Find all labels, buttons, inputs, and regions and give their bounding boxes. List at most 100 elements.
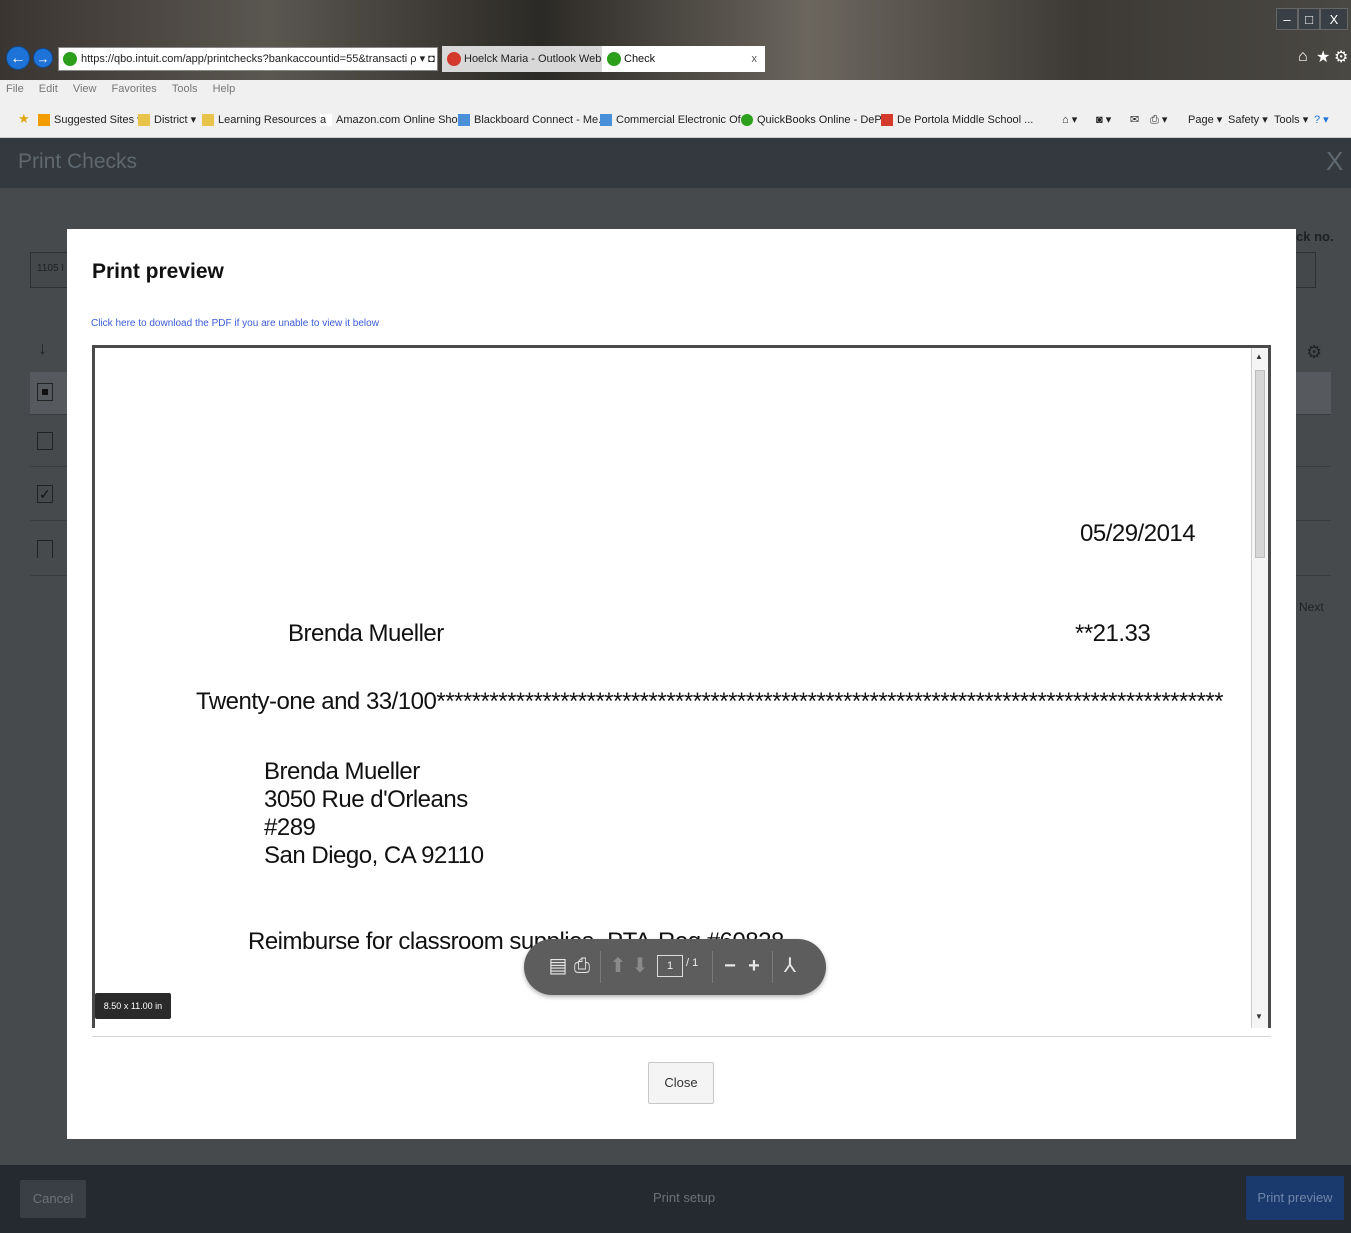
scroll-up-icon[interactable]: ▲ <box>1255 352 1263 361</box>
check-amount: **21.33 <box>1075 620 1151 647</box>
fav-label: Commercial Electronic Of... <box>616 114 750 126</box>
close-button[interactable]: Close <box>648 1062 714 1104</box>
toolbar-divider <box>712 951 713 983</box>
toolbar-divider <box>772 951 773 983</box>
cancel-button[interactable]: Cancel <box>20 1180 86 1218</box>
arrow-right-icon: → <box>36 51 50 66</box>
print-setup-link[interactable]: Print setup <box>653 1190 715 1205</box>
forward-button[interactable]: → <box>33 48 53 68</box>
row-checkbox[interactable] <box>37 432 53 450</box>
home-command-icon[interactable]: ⌂ ▾ <box>1062 112 1077 128</box>
check-no-label: ck no. <box>1296 229 1334 244</box>
quickbooks-icon <box>741 114 753 126</box>
check-date: 05/29/2014 <box>1080 520 1196 547</box>
tab-close-icon[interactable]: x <box>752 46 758 72</box>
flower-icon <box>881 114 893 126</box>
fav-label: De Portola Middle School ... <box>897 114 1034 126</box>
fav-learning-resources[interactable]: Learning Resources ▾ <box>202 112 325 128</box>
address-text: https://qbo.intuit.com/app/printchecks?b… <box>81 53 438 65</box>
feeds-icon[interactable]: ◙ ▾ <box>1096 112 1111 128</box>
print-icon[interactable]: ⎙ <box>572 955 592 977</box>
check-amount-words: Twenty-one and 33/100*******************… <box>196 688 1224 715</box>
browser-chrome: – □ X ⌂ ★ ⚙ ← → https://qbo.intuit.com/a… <box>0 0 1351 138</box>
previous-page-icon[interactable]: ⬆ <box>608 955 628 977</box>
tab-outlook[interactable]: Hoelck Maria - Outlook Web A... <box>442 46 602 72</box>
pdf-toolbar: ▤ ⎙ ⬆ ⬇ 1 / 1 − + ⅄ <box>524 939 826 995</box>
address-bar[interactable]: https://qbo.intuit.com/app/printchecks?b… <box>58 47 438 71</box>
page-count: / 1 <box>686 957 699 969</box>
row-checkbox-indeterminate[interactable] <box>37 383 53 401</box>
dialog-divider <box>92 1036 1271 1037</box>
close-icon[interactable]: X <box>1326 146 1343 177</box>
close-window-button[interactable]: X <box>1320 8 1348 30</box>
save-icon[interactable]: ▤ <box>548 955 568 977</box>
ie-page-icon <box>458 114 470 126</box>
next-page-icon[interactable]: ⬇ <box>630 955 650 977</box>
tab-check[interactable]: Check x <box>602 46 765 72</box>
menu-file[interactable]: File <box>0 80 30 98</box>
print-preview-button[interactable]: Print preview <box>1246 1176 1344 1220</box>
check-address-line-1: Brenda Mueller <box>264 758 420 785</box>
fav-district[interactable]: District ▾ <box>138 112 196 128</box>
row-checkbox-checked[interactable]: ✓ <box>37 485 53 503</box>
check-address-line-3: #289 <box>264 814 316 841</box>
acrobat-icon[interactable]: ⅄ <box>780 955 800 977</box>
quickbooks-icon <box>607 52 621 66</box>
scroll-down-icon[interactable]: ▼ <box>1255 1012 1263 1021</box>
print-preview-dialog: Print preview Click here to download the… <box>67 229 1296 1139</box>
fav-suggested-sites[interactable]: Suggested Sites ▾ <box>38 112 143 128</box>
check-address-line-2: 3050 Rue d'Orleans <box>264 786 468 813</box>
row-checkbox[interactable] <box>37 540 53 558</box>
pdf-scrollbar[interactable]: ▲ ▼ <box>1251 348 1268 1028</box>
next-link[interactable]: Next <box>1299 600 1324 614</box>
fav-de-portola[interactable]: De Portola Middle School ... <box>881 112 1033 128</box>
back-button[interactable]: ← <box>6 46 30 70</box>
tab-label: Hoelck Maria - Outlook Web A... <box>464 53 602 65</box>
bank-account-value: 1105 I <box>37 263 65 274</box>
menu-help[interactable]: Help <box>207 80 242 98</box>
app-header <box>0 138 1351 188</box>
print-command-icon[interactable]: ⎙ ▾ <box>1150 112 1167 128</box>
favorites-star-icon[interactable]: ★ <box>1316 47 1330 67</box>
starting-check-no-field[interactable] <box>1296 252 1316 288</box>
menu-favorites[interactable]: Favorites <box>106 80 163 98</box>
menu-view[interactable]: View <box>67 80 103 98</box>
sort-arrow-icon[interactable]: ↓ <box>38 338 47 359</box>
menu-edit[interactable]: Edit <box>33 80 64 98</box>
maximize-button[interactable]: □ <box>1298 8 1320 30</box>
favorites-star-icon[interactable]: ★ <box>18 111 30 127</box>
page-title: Print Checks <box>18 150 138 173</box>
check-payee: Brenda Mueller <box>288 620 444 647</box>
menu-tools[interactable]: Tools <box>166 80 204 98</box>
menu-bar: File Edit View Favorites Tools Help <box>0 80 1351 100</box>
home-icon[interactable]: ⌂ <box>1298 48 1308 66</box>
title-bar: – □ X ⌂ ★ ⚙ ← → https://qbo.intuit.com/a… <box>0 0 1351 72</box>
help-icon[interactable]: ? ▾ <box>1314 112 1329 128</box>
dialog-title: Print preview <box>92 260 224 283</box>
settings-gear-icon[interactable]: ⚙ <box>1334 47 1348 67</box>
page-number-input[interactable]: 1 <box>657 955 683 977</box>
folder-icon <box>138 114 150 126</box>
fav-quickbooks[interactable]: QuickBooks Online - DeP... <box>741 112 889 128</box>
page-menu[interactable]: Page ▾ <box>1188 112 1222 128</box>
fav-label: QuickBooks Online - DeP... <box>757 114 890 126</box>
fav-label: Blackboard Connect - Me... <box>474 114 608 126</box>
zoom-in-icon[interactable]: + <box>744 955 764 977</box>
arrow-left-icon: ← <box>10 50 26 67</box>
gear-icon[interactable]: ⚙ <box>1306 342 1322 363</box>
read-mail-icon[interactable]: ✉ <box>1130 112 1139 128</box>
safety-menu[interactable]: Safety ▾ <box>1228 112 1268 128</box>
fav-commercial-electronic[interactable]: Commercial Electronic Of... <box>600 112 750 128</box>
scrollbar-thumb[interactable] <box>1255 370 1265 558</box>
tools-menu[interactable]: Tools ▾ <box>1274 112 1308 128</box>
fav-blackboard[interactable]: Blackboard Connect - Me... <box>458 112 607 128</box>
zoom-out-icon[interactable]: − <box>720 955 740 977</box>
bank-account-field[interactable]: 1105 I <box>30 252 68 288</box>
minimize-button[interactable]: – <box>1276 8 1298 30</box>
suggested-sites-icon <box>38 114 50 126</box>
toolbar-divider <box>600 951 601 983</box>
pdf-viewer[interactable]: 05/29/2014 Brenda Mueller **21.33 Twenty… <box>92 345 1271 1028</box>
tab-label: Check <box>624 53 656 65</box>
fav-amazon[interactable]: a Amazon.com Online Sho... <box>320 112 467 128</box>
download-pdf-link[interactable]: Click here to download the PDF if you ar… <box>91 318 379 329</box>
